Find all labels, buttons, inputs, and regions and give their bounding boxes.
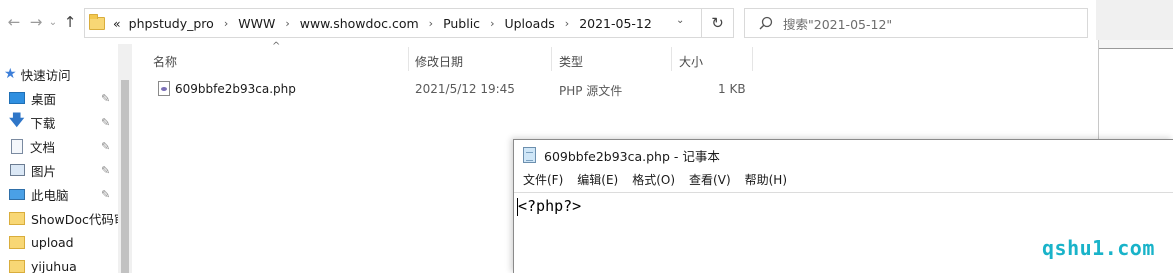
download-icon: 🡇 <box>9 110 25 129</box>
sidebar-item-label: 桌面 <box>31 91 57 107</box>
chevron-right-icon[interactable]: › <box>224 17 228 30</box>
breadcrumb-item[interactable]: WWW <box>238 16 275 31</box>
text-editor[interactable]: <?php?> <box>514 192 1173 273</box>
sidebar-item-label: 快速访问 <box>20 67 71 83</box>
sidebar-item-label: 此电脑 <box>31 187 69 203</box>
sidebar-item-documents[interactable]: 文档 ✎ <box>0 134 132 158</box>
window-title: 609bbfe2b93ca.php - 记事本 <box>544 148 720 164</box>
folder-icon <box>9 235 25 249</box>
pin-icon[interactable]: ✎ <box>101 188 110 201</box>
breadcrumb-item-current[interactable]: 2021-05-12 <box>579 16 652 31</box>
chevron-right-icon[interactable]: › <box>490 17 494 30</box>
breadcrumb-item[interactable]: Uploads <box>504 16 554 31</box>
pin-icon[interactable]: ✎ <box>101 140 110 153</box>
sidebar-item-label: ShowDoc代码审 <box>31 211 127 227</box>
sidebar-item-label: 文档 <box>30 139 56 155</box>
column-header-name[interactable]: 名称 <box>153 53 177 70</box>
navigation-pane: ★ 快速访问 桌面 ✎ 🡇 下载 ✎ 文档 ✎ 图片 ✎ 此电脑 ✎ ShowD… <box>0 40 132 273</box>
column-header-type[interactable]: 类型 <box>559 53 583 70</box>
documents-icon <box>11 138 23 154</box>
breadcrumb-overflow[interactable]: « <box>113 16 121 31</box>
menu-bar: 文件(F) 编辑(E) 格式(O) 查看(V) 帮助(H) <box>514 170 1173 188</box>
sidebar-item-folder[interactable]: upload <box>0 230 132 254</box>
table-row[interactable]: 609bbfe2b93ca.php 2021/5/12 19:45 PHP 源文… <box>150 78 754 102</box>
folder-icon <box>9 259 25 273</box>
sidebar-item-label: yijuhua <box>31 258 77 273</box>
sidebar-item-label: 图片 <box>31 163 57 179</box>
sidebar-item-quick-access[interactable]: ★ 快速访问 <box>0 62 132 86</box>
breadcrumb-item[interactable]: phpstudy_pro <box>129 16 214 31</box>
background-window-edge <box>1098 40 1173 142</box>
file-size: 1 KB <box>718 82 746 96</box>
menu-view[interactable]: 查看(V) <box>689 171 731 188</box>
pin-icon[interactable]: ✎ <box>101 164 110 177</box>
search-input[interactable]: 搜索"2021-05-12" <box>783 14 892 33</box>
column-divider[interactable] <box>671 47 672 71</box>
sidebar-item-folder[interactable]: ShowDoc代码审 <box>0 206 132 230</box>
column-divider[interactable] <box>752 47 753 71</box>
pictures-icon <box>10 164 25 176</box>
file-type: PHP 源文件 <box>559 84 623 98</box>
column-divider[interactable] <box>551 47 552 71</box>
editor-content[interactable]: <?php?> <box>518 197 581 215</box>
star-icon: ★ <box>4 66 17 82</box>
search-icon <box>759 16 773 30</box>
sidebar-item-folder[interactable]: yijuhua <box>0 254 132 273</box>
pin-icon[interactable]: ✎ <box>101 92 110 105</box>
up-button[interactable]: ↑ <box>60 10 80 34</box>
address-bar[interactable]: « phpstudy_pro › WWW › www.showdoc.com ›… <box>84 8 702 38</box>
file-name[interactable]: 609bbfe2b93ca.php <box>175 82 296 96</box>
search-box[interactable]: 搜索"2021-05-12" <box>744 8 1088 38</box>
column-header-modified[interactable]: 修改日期 <box>415 53 463 70</box>
back-button[interactable]: ← <box>4 10 24 34</box>
chevron-right-icon[interactable]: › <box>565 17 569 30</box>
chevron-right-icon[interactable]: › <box>285 17 289 30</box>
window-background <box>1096 0 1173 40</box>
menu-help[interactable]: 帮助(H) <box>745 171 787 188</box>
sidebar-item-desktop[interactable]: 桌面 ✎ <box>0 86 132 110</box>
sidebar-item-pictures[interactable]: 图片 ✎ <box>0 158 132 182</box>
address-dropdown-icon[interactable]: ⌄ <box>676 15 684 26</box>
sidebar-item-downloads[interactable]: 🡇 下载 ✎ <box>0 110 132 134</box>
watermark: qshu1.com <box>1042 236 1155 260</box>
refresh-icon: ↻ <box>711 14 724 32</box>
menu-format[interactable]: 格式(O) <box>632 171 675 188</box>
scrollbar-thumb[interactable] <box>121 80 129 273</box>
folder-icon <box>9 211 25 225</box>
menu-edit[interactable]: 编辑(E) <box>577 171 618 188</box>
desktop-icon <box>9 92 25 104</box>
file-modified: 2021/5/12 19:45 <box>415 82 515 96</box>
notepad-icon <box>523 147 536 163</box>
php-file-icon <box>158 81 170 96</box>
column-divider[interactable] <box>408 47 409 71</box>
breadcrumb-item[interactable]: www.showdoc.com <box>300 16 419 31</box>
chevron-right-icon[interactable]: › <box>429 17 433 30</box>
pin-icon[interactable]: ✎ <box>101 116 110 129</box>
folder-icon <box>89 13 105 30</box>
nav-scrollbar[interactable] <box>118 44 132 273</box>
column-header-size[interactable]: 大小 <box>679 53 703 70</box>
breadcrumb-item[interactable]: Public <box>443 16 480 31</box>
menu-file[interactable]: 文件(F) <box>523 171 563 188</box>
sidebar-item-label: upload <box>31 234 74 250</box>
sidebar-item-this-pc[interactable]: 此电脑 ✎ <box>0 182 132 206</box>
refresh-button[interactable]: ↻ <box>702 8 734 38</box>
sidebar-item-label: 下载 <box>30 115 56 131</box>
notepad-title-bar[interactable]: 609bbfe2b93ca.php - 记事本 <box>514 140 1173 170</box>
sort-ascending-icon: ^ <box>272 41 281 52</box>
this-pc-icon <box>9 188 25 200</box>
breadcrumb: « phpstudy_pro › WWW › www.showdoc.com ›… <box>113 16 652 31</box>
